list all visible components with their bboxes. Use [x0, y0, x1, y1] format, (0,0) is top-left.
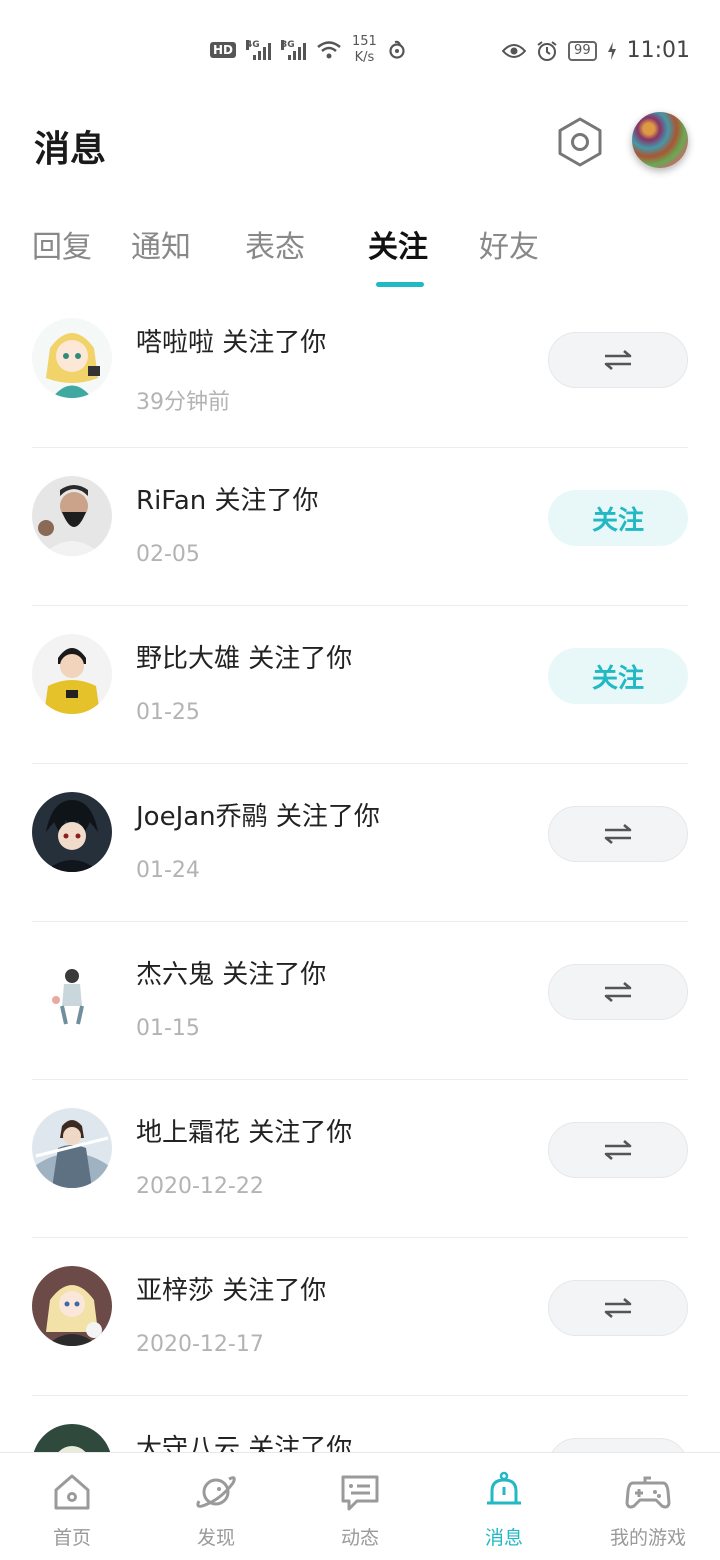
swap-arrows-icon: [604, 1298, 632, 1318]
follower-name[interactable]: 嗒啦啦 关注了你: [136, 322, 326, 359]
follower-name[interactable]: JoeJan乔鹝 关注了你: [136, 796, 380, 833]
nav-messages[interactable]: 消息: [432, 1453, 576, 1560]
wifi-icon: [317, 41, 341, 59]
list-item[interactable]: JoeJan乔鹝 关注了你 01-24: [0, 764, 720, 922]
tab-reply[interactable]: 回复: [32, 222, 92, 266]
swap-arrows-icon: [604, 350, 632, 370]
tab-friends[interactable]: 好友: [479, 222, 539, 266]
avatar[interactable]: [32, 318, 112, 398]
follower-name[interactable]: RiFan 关注了你: [136, 480, 319, 517]
avatar[interactable]: [32, 1266, 112, 1346]
list-item[interactable]: 地上霜花 关注了你 2020-12-22: [0, 1080, 720, 1238]
follow-button[interactable]: 关注: [548, 490, 688, 546]
nav-label: 发现: [196, 1527, 235, 1549]
list-item[interactable]: 野比大雄 关注了你 01-25 关注: [0, 606, 720, 764]
eye-icon: [502, 43, 527, 58]
signal-4g-icon: 4G: [246, 40, 272, 60]
mutual-follow-button[interactable]: [548, 1280, 688, 1336]
swap-arrows-icon: [604, 824, 632, 844]
page-title: 消息: [34, 129, 107, 170]
follower-name[interactable]: 亚梓莎 关注了你: [136, 1270, 326, 1307]
list-item[interactable]: 杰六鬼 关注了你 01-15: [0, 922, 720, 1080]
signal-3g-icon: 3G: [281, 40, 307, 60]
gamepad-icon: [625, 1476, 671, 1509]
bottom-nav: 首页 发现 动态 消息 我的游戏: [0, 1452, 720, 1560]
nav-feed[interactable]: 动态: [288, 1453, 432, 1560]
follower-name[interactable]: 大守八云 关注了你: [136, 1428, 352, 1452]
follow-time: 01-15: [136, 1016, 200, 1041]
battery-indicator: 99: [568, 40, 597, 61]
status-left: HD 4G 3G 151 K/s: [210, 34, 407, 66]
list-item[interactable]: 嗒啦啦 关注了你 39分钟前: [0, 290, 720, 448]
follower-name[interactable]: 地上霜花 关注了你: [136, 1112, 352, 1149]
nav-label: 消息: [484, 1527, 523, 1549]
follow-time: 01-25: [136, 700, 200, 725]
list-item[interactable]: RiFan 关注了你 02-05 关注: [0, 448, 720, 606]
follower-name[interactable]: 杰六鬼 关注了你: [136, 954, 326, 991]
avatar[interactable]: [32, 634, 112, 714]
follow-time: 39分钟前: [136, 390, 230, 415]
nav-home[interactable]: 首页: [0, 1453, 144, 1560]
status-bar: HD 4G 3G 151 K/s 99 11:01: [0, 0, 720, 100]
netease-icon: [389, 40, 405, 59]
hd-icon: HD: [210, 42, 237, 58]
follow-time: 01-24: [136, 858, 200, 883]
settings-icon[interactable]: [556, 116, 604, 168]
mutual-follow-button[interactable]: [548, 1438, 688, 1452]
message-tabs: 回复 通知 表态 关注 好友: [0, 222, 720, 292]
network-speed: 151 K/s: [352, 34, 377, 65]
nav-my-games[interactable]: 我的游戏: [576, 1453, 720, 1560]
home-icon: [54, 1474, 90, 1510]
list-item[interactable]: 亚梓莎 关注了你 2020-12-17: [0, 1238, 720, 1396]
avatar[interactable]: [32, 792, 112, 872]
list-item[interactable]: 大守八云 关注了你: [0, 1396, 720, 1452]
planet-icon: [196, 1476, 236, 1508]
follow-time: 2020-12-22: [136, 1174, 264, 1199]
tab-follow[interactable]: 关注: [368, 222, 428, 266]
swap-arrows-icon: [604, 1140, 632, 1160]
nav-label: 我的游戏: [609, 1527, 686, 1549]
tab-reaction[interactable]: 表态: [245, 222, 305, 266]
follow-button[interactable]: 关注: [548, 648, 688, 704]
alarm-icon: [537, 40, 557, 61]
follow-list: 嗒啦啦 关注了你 39分钟前 RiFan 关注了你 02-05 关注 野比大雄 …: [0, 290, 720, 1452]
mutual-follow-button[interactable]: [548, 964, 688, 1020]
status-right: 99 11:01: [502, 38, 690, 63]
nav-label: 首页: [52, 1527, 91, 1549]
avatar[interactable]: [32, 1108, 112, 1188]
avatar[interactable]: [32, 476, 112, 556]
nav-label: 动态: [340, 1527, 379, 1549]
follower-name[interactable]: 野比大雄 关注了你: [136, 638, 352, 675]
clock: 11:01: [626, 38, 690, 63]
bell-icon: [487, 1471, 521, 1505]
swap-arrows-icon: [604, 982, 632, 1002]
chat-icon: [341, 1475, 379, 1511]
mutual-follow-button[interactable]: [548, 806, 688, 862]
follow-time: 2020-12-17: [136, 1332, 264, 1357]
avatar[interactable]: [32, 1424, 112, 1452]
tab-notice[interactable]: 通知: [131, 222, 191, 266]
avatar[interactable]: [32, 950, 112, 1030]
active-tab-indicator: [376, 282, 424, 287]
charging-icon: [607, 41, 616, 60]
user-avatar[interactable]: [632, 112, 688, 168]
mutual-follow-button[interactable]: [548, 332, 688, 388]
follow-time: 02-05: [136, 542, 200, 567]
nav-discover[interactable]: 发现: [144, 1453, 288, 1560]
mutual-follow-button[interactable]: [548, 1122, 688, 1178]
